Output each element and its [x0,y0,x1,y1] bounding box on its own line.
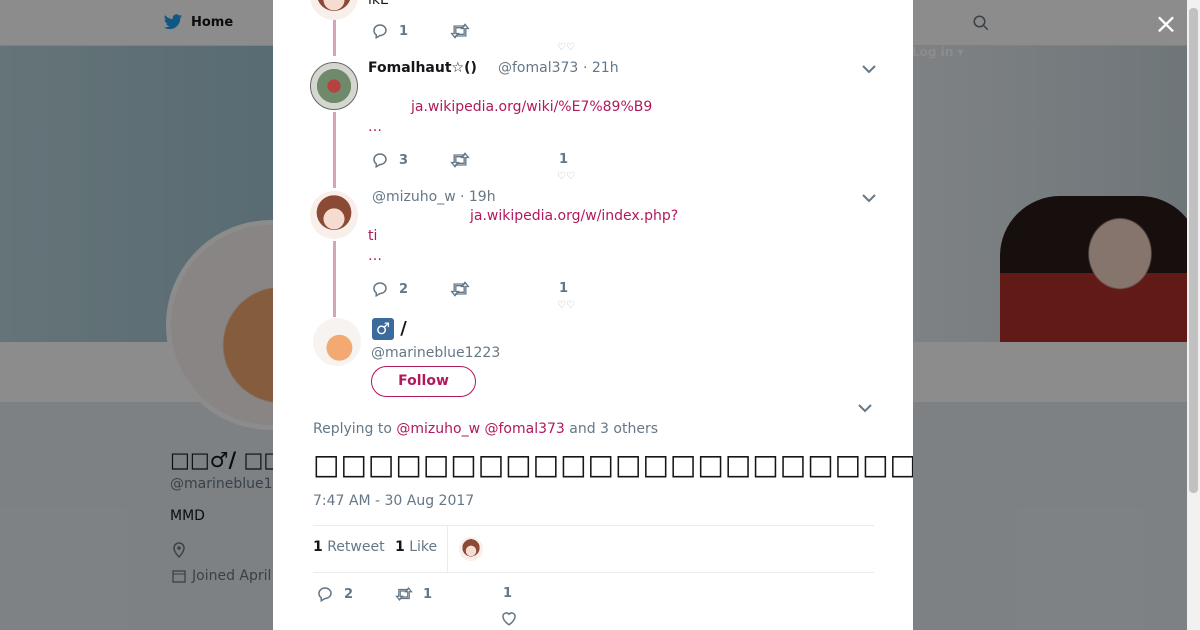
reply-button[interactable]: 3 [371,151,408,169]
tweet-link-tail[interactable]: ti [368,228,377,244]
thread-line [333,20,336,56]
chevron-down-icon[interactable] [858,403,872,413]
avatar[interactable] [310,191,358,239]
reply-button[interactable]: 1 [371,22,408,40]
heart-icon[interactable]: ♡♡ [557,42,575,53]
scrollbar-thumb[interactable] [1189,8,1198,493]
tweet-stats: 1 Retweet 1 Like [313,525,874,573]
close-button[interactable]: × [1154,10,1178,38]
chevron-down-icon[interactable] [862,193,876,203]
tweet-ellipsis: … [368,119,382,135]
liker-avatar[interactable] [459,537,483,561]
tweet-author-handle[interactable]: @fomal373 [498,60,578,76]
tweet-permalink-modal: ikE 1 ♡♡ Fomalhaut☆() @fomal373 · 21h ja… [273,0,913,630]
reply-icon [318,587,332,603]
avatar[interactable] [313,318,361,366]
follow-button[interactable]: Follow [371,366,476,397]
retweet-icon[interactable] [450,22,470,40]
thread-line [333,241,336,317]
reply-count: 1 [399,23,409,39]
male-sign-icon: ♂ [372,318,394,340]
retweet-button[interactable]: 1 [395,585,432,603]
tweet-author-handle[interactable]: @mizuho_w [372,189,456,205]
tweet-ellipsis: … [368,248,382,264]
retweet-icon[interactable] [450,280,470,298]
heart-icon[interactable] [500,609,518,627]
avatar[interactable] [310,62,358,110]
reply-count: 2 [344,586,354,602]
tweet-text: ikE [368,0,389,8]
author-name-suffix: / [400,318,407,339]
reply-icon [373,153,387,169]
tweet-author-name[interactable]: Fomalhaut☆() [368,60,477,76]
avatar[interactable] [310,0,358,20]
retweet-count: 1 [423,586,433,602]
reply-user-link[interactable]: @fomal373 [484,421,564,437]
reply-count: 2 [399,281,409,297]
heart-icon[interactable]: ♡♡ [557,300,575,311]
like-count: 1 [559,152,569,167]
chevron-down-icon[interactable] [862,64,876,74]
tweet-time[interactable]: · 21h [583,60,619,76]
reply-user-link[interactable]: @mizuho_w [396,421,480,437]
like-count: 1 [503,586,513,601]
retweet-label: Retweet [327,539,385,555]
retweet-icon[interactable] [450,151,470,169]
tweet-link[interactable]: ja.wikipedia.org/wiki/%E7%89%B9 [411,99,652,115]
like-count: 1 [559,281,569,296]
tweet-timestamp[interactable]: 7:47 AM - 30 Aug 2017 [313,493,474,509]
tweet-author-name[interactable]: ♂ / [372,318,407,340]
reply-icon [373,24,387,40]
replying-suffix[interactable]: and 3 others [569,421,658,437]
like-count: 1 [395,539,405,555]
reply-count: 3 [399,152,409,168]
retweet-count: 1 [313,539,323,555]
retweet-stat[interactable]: 1 Retweet [313,539,385,555]
like-label: Like [409,539,438,555]
retweet-icon [395,587,413,601]
heart-icon[interactable]: ♡♡ [557,171,575,182]
replying-prefix: Replying to [313,421,392,437]
tweet-text: □□□□□□□□□□□□□□□□□□□□□□□□□□□□□□□□□□□□□□□□… [313,448,913,481]
tweet-author-handle[interactable]: @marineblue1223 [371,345,500,361]
like-stat[interactable]: 1 Like [395,539,437,555]
tweet-time[interactable]: · 19h [460,189,496,205]
replying-to: Replying to @mizuho_w @fomal373 and 3 ot… [313,421,658,437]
reply-button[interactable]: 2 [316,585,353,603]
tweet-link[interactable]: ja.wikipedia.org/w/index.php? [470,208,678,224]
divider [447,526,448,573]
thread-line [333,112,336,188]
reply-button[interactable]: 2 [371,280,408,298]
reply-icon [373,282,387,298]
